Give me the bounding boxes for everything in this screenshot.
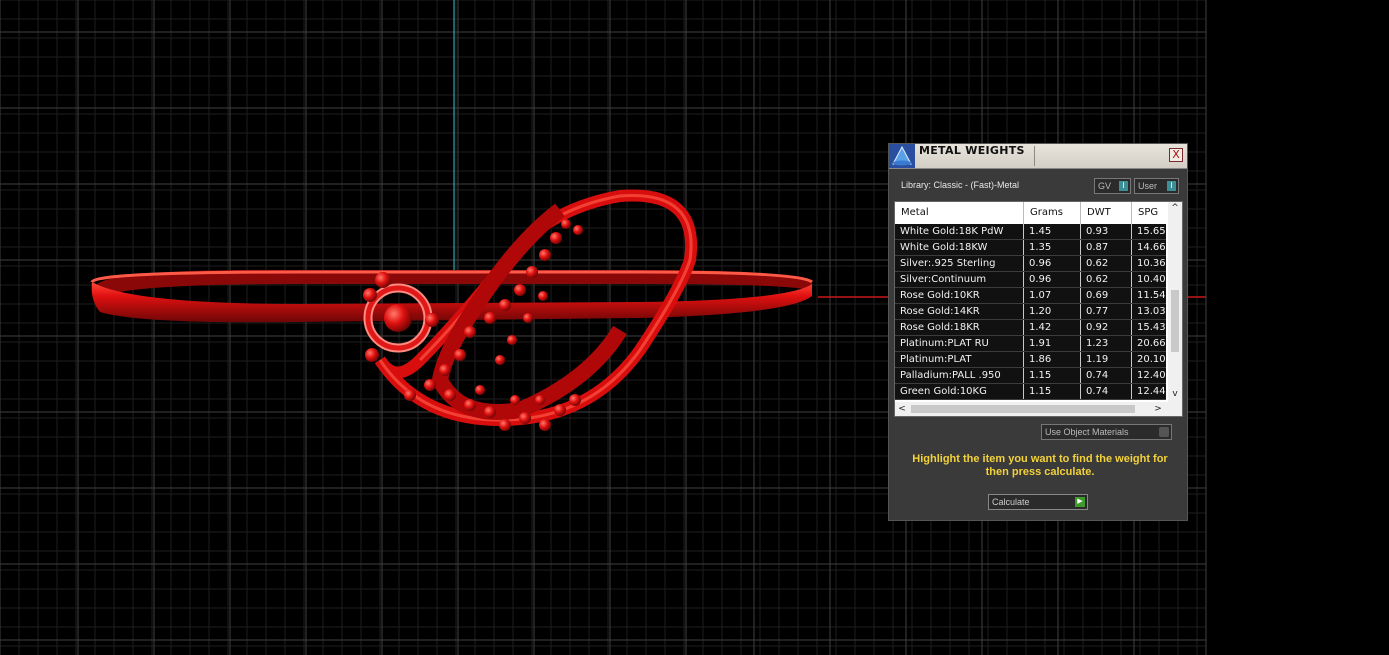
table-row[interactable]: Silver:.925 Sterling 0.96 0.62 10.36 bbox=[895, 256, 1166, 272]
cell-metal: Palladium:PALL .950 bbox=[895, 368, 1024, 383]
library-label: Library: Classic - (Fast)-Metal bbox=[901, 180, 1020, 190]
gv-toggle[interactable]: GV I bbox=[1094, 178, 1131, 194]
close-button[interactable]: X bbox=[1169, 148, 1183, 162]
table-row[interactable]: White Gold:18K PdW 1.45 0.93 15.65 bbox=[895, 224, 1166, 240]
calculate-button[interactable]: Calculate ▶ bbox=[988, 494, 1088, 510]
cell-dwt: 0.62 bbox=[1081, 272, 1132, 287]
cell-grams: 1.45 bbox=[1024, 224, 1081, 239]
cell-grams: 1.15 bbox=[1024, 384, 1081, 399]
title-separator bbox=[1034, 146, 1035, 166]
play-icon: ▶ bbox=[1075, 497, 1085, 507]
cell-dwt: 1.19 bbox=[1081, 352, 1132, 367]
cell-dwt: 0.77 bbox=[1081, 304, 1132, 319]
table-row[interactable]: Silver:Continuum 0.96 0.62 10.40 bbox=[895, 272, 1166, 288]
table-row[interactable]: Palladium:PALL .950 1.15 0.74 12.40 bbox=[895, 368, 1166, 384]
cell-metal: Platinum:PLAT bbox=[895, 352, 1024, 367]
use-object-materials-label: Use Object Materials bbox=[1045, 427, 1129, 437]
metal-weights-panel: METAL WEIGHTS X Library: Classic - (Fast… bbox=[888, 143, 1188, 521]
table-row[interactable]: Green Gold:10KG 1.15 0.74 12.44 bbox=[895, 384, 1166, 400]
panel-title: METAL WEIGHTS bbox=[919, 144, 1025, 157]
panel-titlebar[interactable]: METAL WEIGHTS X bbox=[889, 144, 1187, 169]
cell-spg: 20.66 bbox=[1137, 338, 1166, 349]
cell-spg: 10.40 bbox=[1137, 274, 1166, 285]
cell-dwt: 0.62 bbox=[1081, 256, 1132, 271]
cell-metal: Green Gold:10KG bbox=[895, 384, 1024, 399]
table-header: Metal Grams DWT SPG bbox=[895, 202, 1166, 224]
table-row[interactable]: Rose Gold:18KR 1.42 0.92 15.43 bbox=[895, 320, 1166, 336]
scroll-up-icon[interactable]: ^ bbox=[1168, 202, 1182, 214]
cell-grams: 0.96 bbox=[1024, 256, 1081, 271]
vertical-scroll-thumb[interactable] bbox=[1171, 290, 1179, 352]
cell-dwt: 0.74 bbox=[1081, 368, 1132, 383]
column-header-metal[interactable]: Metal bbox=[895, 202, 1024, 224]
table-row[interactable]: Rose Gold:14KR 1.20 0.77 13.03 bbox=[895, 304, 1166, 320]
cell-spg: 14.66 bbox=[1137, 242, 1166, 253]
cell-spg: 10.36 bbox=[1137, 258, 1166, 269]
cell-dwt: 0.69 bbox=[1081, 288, 1132, 303]
instruction-text: Highlight the item you want to find the … bbox=[912, 453, 1168, 478]
cell-grams: 1.15 bbox=[1024, 368, 1081, 383]
scroll-left-icon[interactable]: < bbox=[895, 402, 909, 416]
table-row[interactable]: White Gold:18KW 1.35 0.87 14.66 bbox=[895, 240, 1166, 256]
cell-grams: 1.35 bbox=[1024, 240, 1081, 255]
user-toggle[interactable]: User I bbox=[1134, 178, 1179, 194]
cell-dwt: 0.93 bbox=[1081, 224, 1132, 239]
cell-metal: Silver:Continuum bbox=[895, 272, 1024, 287]
scroll-down-icon[interactable]: v bbox=[1168, 388, 1182, 400]
cell-metal: Rose Gold:10KR bbox=[895, 288, 1024, 303]
cell-dwt: 0.74 bbox=[1081, 384, 1132, 399]
cell-spg: 11.54 bbox=[1137, 290, 1166, 301]
cell-dwt: 1.23 bbox=[1081, 336, 1132, 351]
column-header-dwt[interactable]: DWT bbox=[1081, 202, 1132, 224]
cell-grams: 1.20 bbox=[1024, 304, 1081, 319]
cell-metal: White Gold:18K PdW bbox=[895, 224, 1024, 239]
cell-grams: 1.42 bbox=[1024, 320, 1081, 335]
cell-spg: 12.40 bbox=[1137, 370, 1166, 381]
cell-grams: 1.91 bbox=[1024, 336, 1081, 351]
cell-metal: Rose Gold:18KR bbox=[895, 320, 1024, 335]
toggle-knob-icon: I bbox=[1167, 181, 1176, 191]
cell-spg: 13.03 bbox=[1137, 306, 1166, 317]
user-label: User bbox=[1138, 181, 1158, 191]
table-row[interactable]: Rose Gold:10KR 1.07 0.69 11.54 bbox=[895, 288, 1166, 304]
horizontal-scrollbar[interactable]: < > bbox=[895, 402, 1182, 416]
cell-spg: 12.44 bbox=[1137, 386, 1166, 397]
table-row[interactable]: Platinum:PLAT 1.86 1.19 20.10 bbox=[895, 352, 1166, 368]
toggle-knob-icon: I bbox=[1119, 181, 1128, 191]
scroll-right-icon[interactable]: > bbox=[1151, 402, 1165, 416]
use-object-materials-toggle[interactable]: Use Object Materials bbox=[1041, 424, 1172, 440]
table-row[interactable]: Platinum:PLAT RU 1.91 1.23 20.66 bbox=[895, 336, 1166, 352]
column-header-grams[interactable]: Grams bbox=[1024, 202, 1081, 224]
calculate-label: Calculate bbox=[992, 497, 1030, 507]
column-header-spg[interactable]: SPG bbox=[1132, 202, 1166, 224]
cell-spg: 15.43 bbox=[1137, 322, 1166, 333]
cell-grams: 1.86 bbox=[1024, 352, 1081, 367]
gv-label: GV bbox=[1098, 181, 1112, 191]
metal-table: Metal Grams DWT SPG White Gold:18K PdW 1.… bbox=[894, 201, 1183, 417]
cell-spg: 15.65 bbox=[1137, 226, 1166, 237]
gear-icon bbox=[1159, 427, 1169, 437]
cell-dwt: 0.92 bbox=[1081, 320, 1132, 335]
cell-metal: Rose Gold:14KR bbox=[895, 304, 1024, 319]
ring-model[interactable] bbox=[90, 189, 813, 431]
cell-dwt: 0.87 bbox=[1081, 240, 1132, 255]
cell-metal: Platinum:PLAT RU bbox=[895, 336, 1024, 351]
cell-spg: 20.10 bbox=[1137, 354, 1166, 365]
horizontal-scroll-thumb[interactable] bbox=[911, 405, 1135, 413]
cell-grams: 1.07 bbox=[1024, 288, 1081, 303]
vertical-scrollbar[interactable]: ^ v bbox=[1168, 202, 1182, 402]
cell-metal: White Gold:18KW bbox=[895, 240, 1024, 255]
cell-metal: Silver:.925 Sterling bbox=[895, 256, 1024, 271]
app-logo-icon bbox=[889, 144, 915, 168]
cell-grams: 0.96 bbox=[1024, 272, 1081, 287]
